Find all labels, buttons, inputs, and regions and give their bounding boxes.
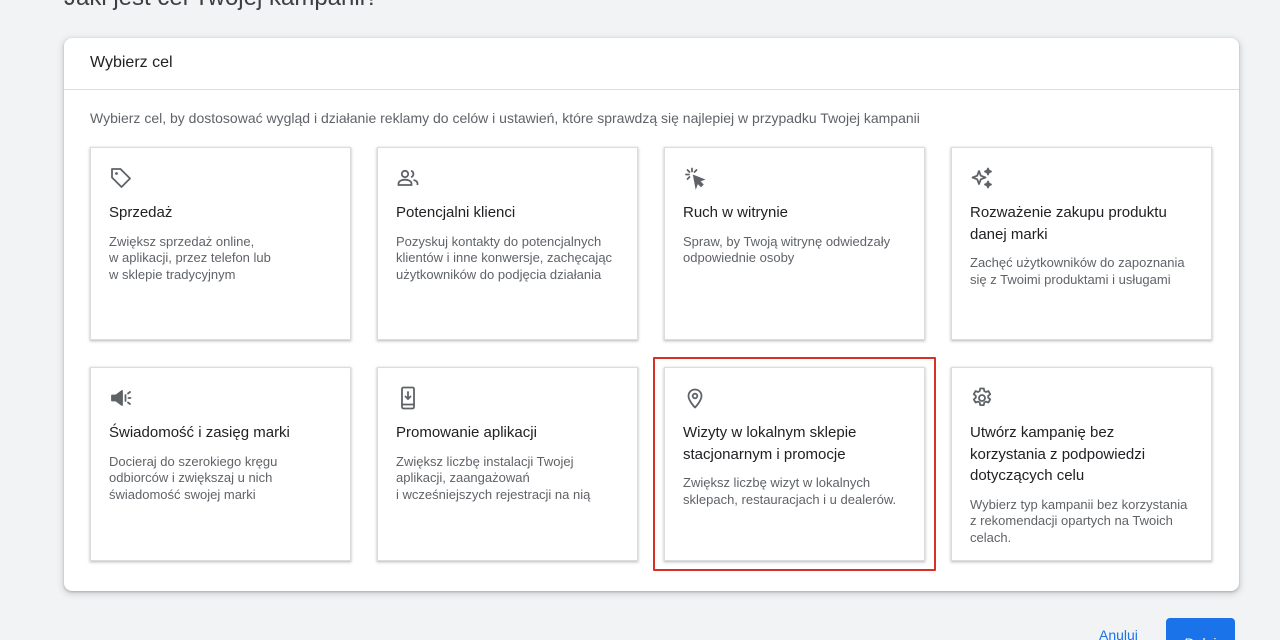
goal-title: Ruch w witrynie (683, 204, 789, 221)
goal-card-brand-awareness[interactable]: Świadomość i zasięg marki Docieraj do sz… (90, 367, 351, 561)
page-title: Jaki jest cel Twojej kampanii? (64, 0, 378, 12)
cursor-click-icon (683, 166, 709, 192)
goal-description: Zwiększ liczbę instalacji Twojej aplikac… (396, 453, 591, 502)
goal-title: Sprzedaż (109, 204, 173, 221)
people-icon (396, 166, 422, 192)
goal-selection-panel: Wybierz cel Wybierz cel, by dostosować w… (64, 38, 1239, 591)
goal-card-no-goal-guidance[interactable]: Utwórz kampanię bez korzystania z podpow… (951, 367, 1212, 561)
goal-title: Utwórz kampanię bez korzystania z podpow… (970, 424, 1146, 484)
goal-card-sales[interactable]: Sprzedaż Zwiększ sprzedaż online, w apli… (90, 147, 351, 340)
goal-card-local-store-visits[interactable]: Wizyty w lokalnym sklepie stacjonarnym i… (664, 367, 925, 561)
goal-description: Docieraj do szerokiego kręgu odbiorców i… (109, 453, 278, 502)
sparkle-icon (970, 166, 996, 192)
goal-title: Świadomość i zasięg marki (109, 424, 290, 441)
tag-icon (109, 166, 135, 192)
goal-description: Spraw, by Twoją witrynę odwiedzały odpow… (683, 233, 891, 266)
location-pin-icon (683, 386, 709, 412)
goal-description: Zachęć użytkowników do zapoznania się z … (970, 255, 1185, 287)
goal-description: Pozyskuj kontakty do potencjalnych klien… (396, 233, 613, 282)
goal-title: Wizyty w lokalnym sklepie stacjonarnym i… (683, 424, 857, 463)
megaphone-icon (109, 386, 135, 412)
goal-title: Potencjalni klienci (396, 204, 516, 221)
goal-card-app-promotion[interactable]: Promowanie aplikacji Zwiększ liczbę inst… (377, 367, 638, 561)
campaign-goal-page: Jaki jest cel Twojej kampanii? Wybierz c… (0, 0, 1280, 640)
goal-card-website-traffic[interactable]: Ruch w witrynie Spraw, by Twoją witrynę … (664, 147, 925, 340)
panel-header: Wybierz cel (64, 38, 1239, 90)
goal-title: Promowanie aplikacji (396, 424, 537, 441)
goal-description: Zwiększ sprzedaż online, w aplikacji, pr… (109, 233, 271, 282)
goal-title: Rozważenie zakupu produktu danej marki (970, 204, 1167, 243)
phone-download-icon (396, 386, 422, 412)
goal-description: Wybierz typ kampanii bez korzystania z r… (970, 496, 1188, 545)
panel-description: Wybierz cel, by dostosować wygląd i dzia… (90, 110, 920, 126)
goal-card-leads[interactable]: Potencjalni klienci Pozyskuj kontakty do… (377, 147, 638, 340)
goal-description: Zwiększ liczbę wizyt w lokalnych sklepac… (683, 475, 897, 507)
cancel-button[interactable]: Anuluj (1099, 627, 1138, 640)
gear-icon (970, 386, 996, 412)
next-button[interactable]: Dalej (1166, 618, 1235, 640)
goal-card-brand-consideration[interactable]: Rozważenie zakupu produktu danej marki Z… (951, 147, 1212, 340)
